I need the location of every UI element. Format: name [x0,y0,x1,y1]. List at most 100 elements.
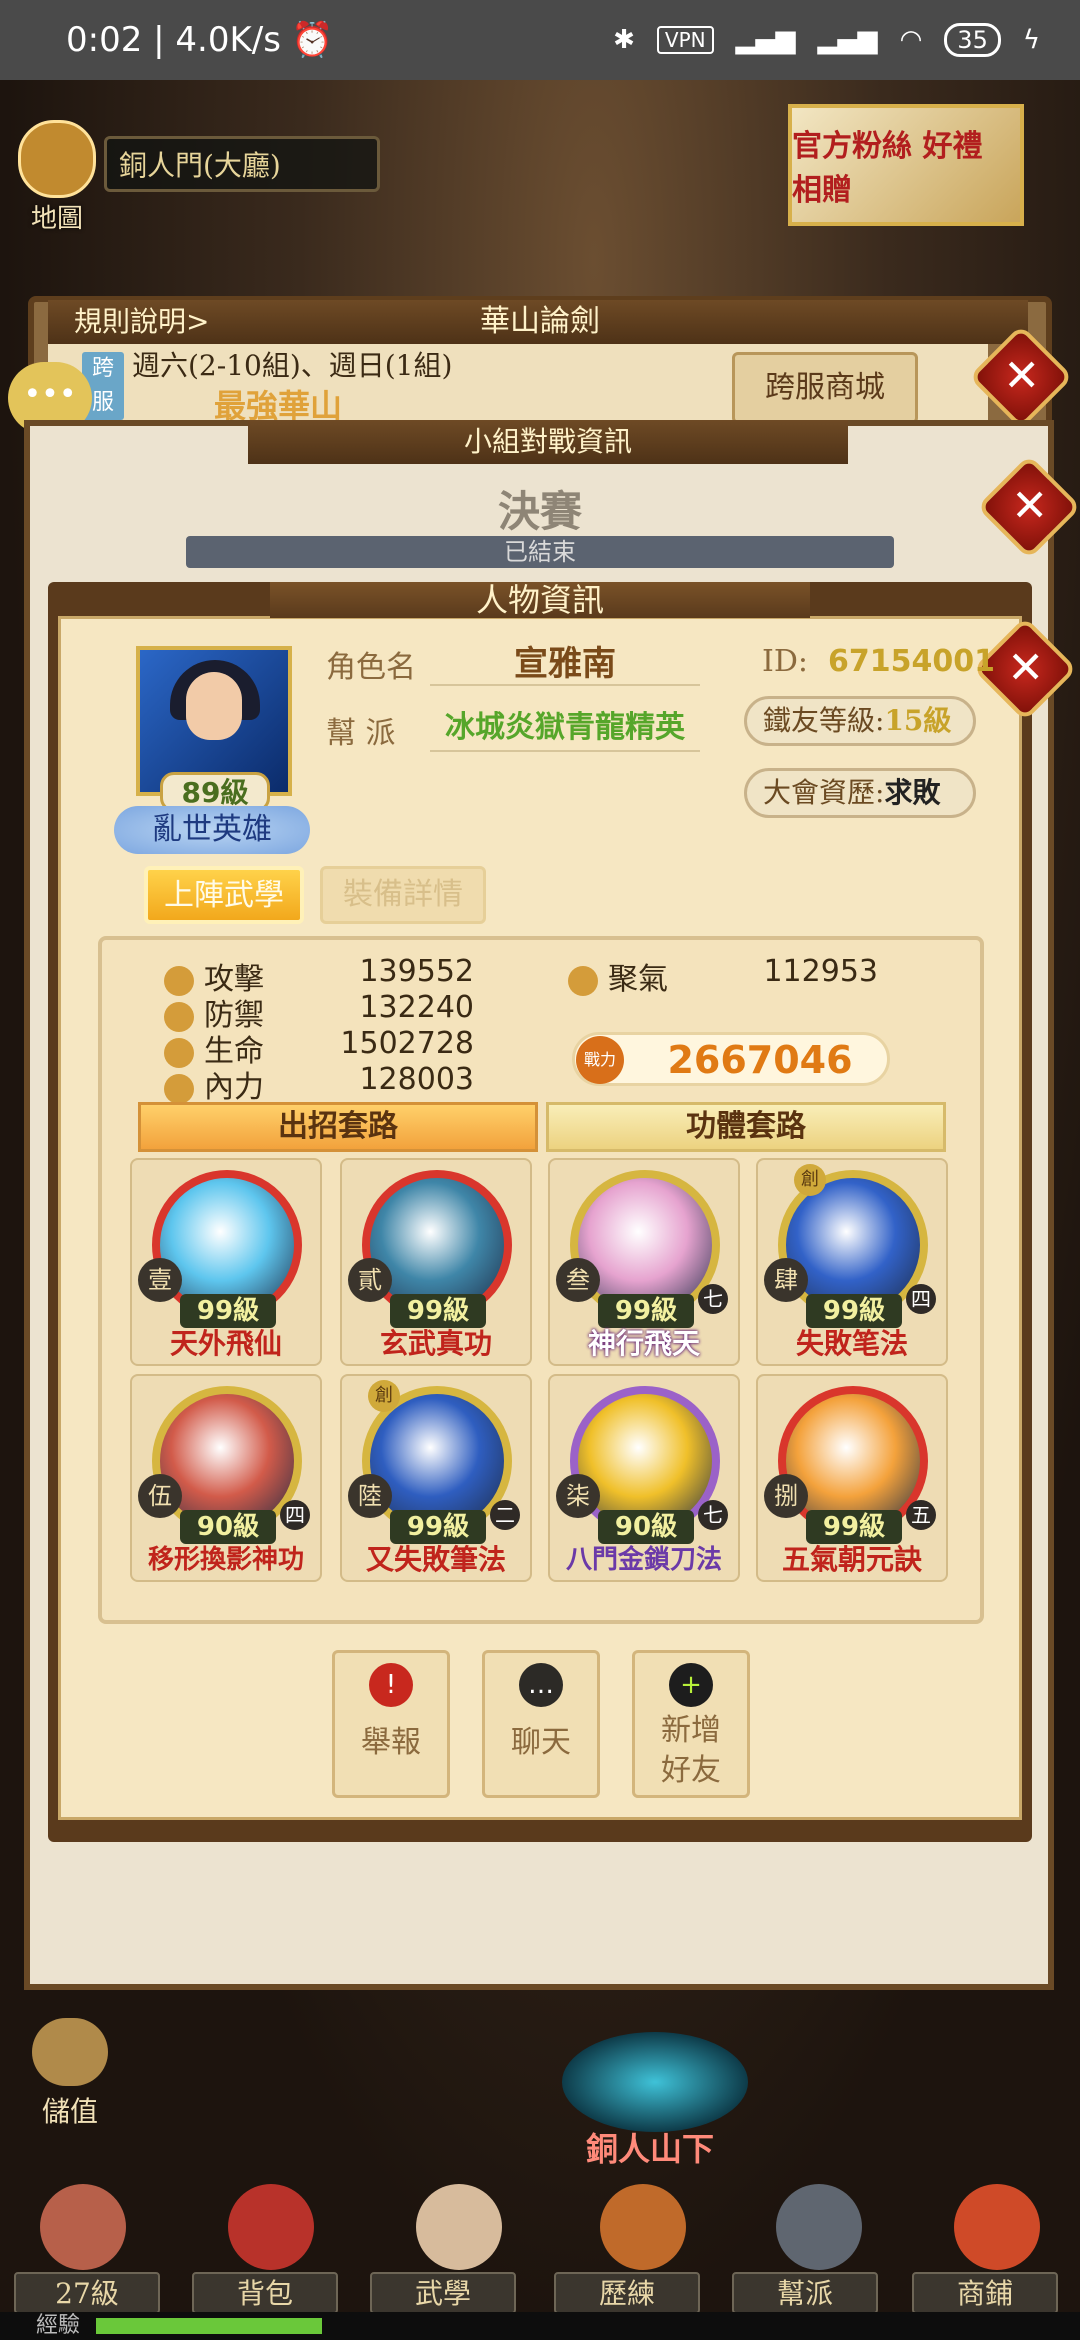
nav-shop[interactable]: 商鋪 [912,2272,1058,2314]
chat-button[interactable]: … 聊天 [482,1650,600,1798]
chat-label: 聊天 [511,1725,571,1760]
create-badge: 創 [368,1380,400,1412]
nav-martial-arts[interactable]: 武學 [370,2272,516,2314]
name-label: 角色名 [326,650,416,685]
map-button[interactable]: 地圖 [14,120,100,234]
deposit-label: 儲值 [41,2095,98,2128]
stat-inner-label: 內力 [204,1070,264,1105]
rules-link[interactable]: 規則說明> [28,300,274,344]
combat-power-value: 2667046 [667,1038,853,1082]
character-dialog-title: 人物資訊 [270,582,810,618]
add-friend-button[interactable]: + 新增 好友 [632,1650,750,1798]
money-icon [32,2018,108,2086]
guild-name: 冰城炎獄青龍精英 [430,702,700,752]
close-icon: ✕ [1011,480,1049,532]
nav-level[interactable]: 27級 [14,2272,160,2314]
skill-name: 移形換影神功 [147,1545,304,1575]
stat-inner-value: 128003 [359,1062,474,1097]
skill-card[interactable]: 伍 90級 四 移形換影神功 [130,1374,322,1582]
nav-guild[interactable]: 幫派 [732,2272,878,2314]
final-stage-label: 決賽 [497,487,582,536]
skill-card[interactable]: 柒 90級 七 八門金鎖刀法 [548,1374,740,1582]
xp-fill [96,2318,322,2334]
section-body-set[interactable]: 功體套路 [546,1102,946,1152]
tab-active-skills[interactable]: 上陣武學 [144,866,304,924]
stat-inner: 內力 [164,1062,284,1105]
schedule-text: 週六(2-10組)、週日(1組) [132,349,453,382]
skill-level: 99級 [390,1510,486,1544]
report-button[interactable]: ! 舉報 [332,1650,450,1798]
guild-label: 幫 派 [326,716,396,751]
skill-card[interactable]: 壹 99級 天外飛仙 [130,1158,322,1366]
skill-name: 五氣朝元訣 [781,1543,922,1576]
skill-rank: 叁 [556,1258,600,1302]
alarm-icon: ⏰ [290,20,334,60]
character-icon [40,2184,126,2270]
skill-level: 90級 [598,1510,694,1544]
ended-status: 已結束 [186,536,894,568]
report-label: 舉報 [361,1725,421,1760]
signal-icon: ▂▄▆ [735,25,796,55]
iron-friend-label: 鐵友等級: [763,704,885,737]
tab-equipment-details[interactable]: 裝備詳情 [320,866,486,924]
skill-stage: 七 [698,1284,728,1314]
shop-icon [954,2184,1040,2270]
charging-icon: ϟ [1022,25,1040,55]
martial-arts-icon [416,2184,502,2270]
add-friend-label: 新增 好友 [661,1713,721,1788]
location-label: 銅人門(大廳) [104,136,380,192]
wifi-icon: ◠ [899,25,923,55]
stat-qi-value: 112953 [763,954,878,989]
huashan-title: 華山論劍 [480,304,600,339]
portal[interactable] [562,2032,748,2132]
skill-level: 99級 [598,1294,694,1328]
skill-rank: 伍 [138,1474,182,1518]
nav-backpack[interactable]: 背包 [192,2272,338,2314]
skill-card[interactable]: 貳 99級 玄武真功 [340,1158,532,1366]
skill-stage: 七 [698,1500,728,1530]
chat-icon: … [519,1663,563,1707]
skill-rank: 肆 [764,1258,808,1302]
nav-training[interactable]: 歷練 [554,2272,700,2314]
training-icon [600,2184,686,2270]
skill-name: 又失敗筆法 [365,1543,506,1576]
skill-rank: 陸 [348,1474,392,1518]
id-label: ID: [762,644,809,679]
character-name: 宣雅南 [430,636,700,686]
skill-rank: 柒 [556,1474,600,1518]
skill-card[interactable]: 捌 99級 五 五氣朝元訣 [756,1374,948,1582]
skill-name: 神行飛天 [587,1327,700,1360]
guild-icon [776,2184,862,2270]
tournament-record-label: 大會資歷: [763,776,885,809]
deposit-button[interactable]: 儲值 [20,2018,120,2128]
section-attack-set[interactable]: 出招套路 [138,1102,538,1152]
status-bar: 0:02 | 4.0K/s ⏰ ✱ VPN ▂▄▆ ▂▄▆ ◠ 35 ϟ [0,0,1080,80]
group-battle-title: 小組對戰資訊 [248,420,848,464]
skill-stage: 二 [490,1500,520,1530]
bluetooth-icon: ✱ [613,25,635,55]
cross-server-shop-button[interactable]: 跨服商城 [732,352,918,424]
promo-banner[interactable]: 官方粉絲 好禮相贈 [788,104,1024,226]
skill-rank: 貳 [348,1258,392,1302]
vpn-badge: VPN [656,26,714,54]
skill-card[interactable]: 叁 99級 七 神行飛天 [548,1158,740,1366]
skill-name: 玄武真功 [379,1327,492,1360]
battery-indicator: 35 [944,23,1001,57]
skill-level: 99級 [806,1510,902,1544]
backpack-icon [228,2184,314,2270]
warning-icon: ! [369,1663,413,1707]
skill-stage: 四 [280,1500,310,1530]
stat-defense: 防禦 [164,990,284,1033]
plus-icon: + [669,1663,713,1707]
close-icon: ✕ [1007,642,1045,694]
skill-card[interactable]: 創 肆 99級 四 失敗笔法 [756,1158,948,1366]
skill-card[interactable]: 創 陸 99級 二 又失敗筆法 [340,1374,532,1582]
character-title-badge: 亂世英雄 [114,806,310,854]
stat-hp: 生命 [164,1026,284,1069]
create-badge: 創 [794,1164,826,1196]
signal-hd-icon: ▂▄▆ [817,25,878,55]
status-time: 0:02 | 4.0K/s [66,20,281,60]
tournament-record-value: 求敗 [884,776,941,809]
skill-name: 天外飛仙 [169,1327,282,1360]
xp-label: 經驗 [36,2313,81,2338]
